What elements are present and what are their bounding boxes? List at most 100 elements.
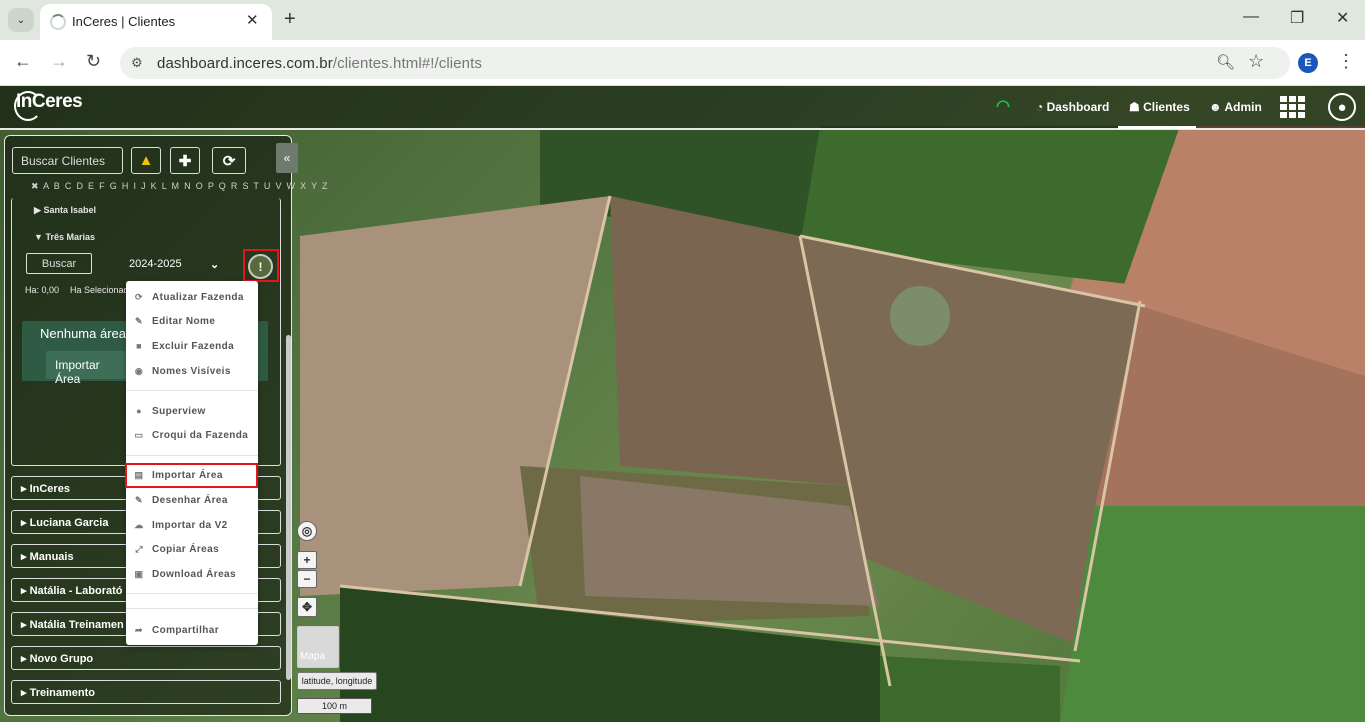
chevron-down-icon[interactable]: ⌄ bbox=[210, 258, 219, 271]
user-account-icon[interactable]: ● bbox=[1328, 93, 1356, 121]
menu-divider bbox=[126, 455, 258, 456]
map-scale: 100 m bbox=[297, 698, 372, 714]
pencil-icon: ✎ bbox=[135, 494, 143, 505]
menu-item-editar-nome[interactable]: ✎ Editar Nome bbox=[126, 310, 258, 332]
area-search-input[interactable] bbox=[26, 253, 92, 274]
warning-button[interactable]: ▲ bbox=[131, 147, 161, 174]
ha-total: Ha: 0,00 bbox=[25, 285, 60, 295]
menu-item-croqui-da-fazenda[interactable]: ▭ Croqui da Fazenda bbox=[126, 424, 258, 446]
menu-item-importar-da-v2[interactable]: ☁ Importar da V2 bbox=[126, 514, 258, 536]
client-label: Manuais bbox=[29, 551, 74, 563]
move-arrows-icon[interactable]: ✥ bbox=[297, 597, 317, 617]
back-arrow-icon[interactable]: ← bbox=[14, 51, 32, 72]
dashboard-gauge-icon: ◔ bbox=[1036, 100, 1047, 114]
map-layer-label: Mapa bbox=[300, 651, 326, 662]
menu-item-label: Copiar Áreas bbox=[152, 543, 220, 555]
ha-selected: Ha Selecionad bbox=[70, 285, 129, 295]
loading-spinner-icon bbox=[50, 14, 66, 30]
browser-menu-icon[interactable]: ⋮ bbox=[1337, 51, 1355, 72]
farm-label: Três Marias bbox=[45, 232, 95, 242]
client-item[interactable]: ▸ Novo Grupo bbox=[11, 646, 281, 670]
farm-label: Santa Isabel bbox=[43, 205, 96, 215]
bookmark-star-icon[interactable]: ☆ bbox=[1248, 51, 1264, 72]
alphabet-filter[interactable]: ✖ A B C D E F G H I J K L M N O P Q R S … bbox=[31, 181, 329, 192]
nav-admin[interactable]: ☻ Admin bbox=[1209, 100, 1262, 114]
cloud-icon: ☁ bbox=[134, 519, 144, 530]
url-text[interactable]: dashboard.inceres.com.br/clientes.html#!… bbox=[157, 55, 482, 72]
menu-item-label: Excluir Fazenda bbox=[152, 340, 235, 352]
caret-right-icon: ▶ bbox=[34, 205, 41, 215]
profile-avatar[interactable]: E bbox=[1298, 53, 1318, 73]
window-close-button[interactable]: ✕ bbox=[1336, 8, 1349, 28]
coordinates-display: latitude, longitude bbox=[297, 672, 377, 690]
farm-santa-isabel[interactable]: ▶ Santa Isabel bbox=[34, 205, 96, 216]
menu-item-excluir-fazenda[interactable]: ■ Excluir Fazenda bbox=[126, 335, 258, 357]
search-clients-input[interactable] bbox=[12, 147, 123, 174]
plus-icon: ✚ bbox=[178, 152, 192, 170]
warning-icon: ▲ bbox=[138, 152, 154, 169]
menu-item-desenhar-area[interactable]: ✎ Desenhar Área bbox=[126, 489, 258, 511]
reload-icon[interactable]: ↻ bbox=[86, 51, 101, 72]
tab-search-button[interactable]: ⌄ bbox=[8, 8, 34, 32]
menu-item-label: Croqui da Fazenda bbox=[152, 429, 249, 441]
apps-grid-icon[interactable] bbox=[1280, 96, 1305, 118]
pencil-icon: ✎ bbox=[135, 315, 143, 326]
client-label: Natália - Laborató bbox=[29, 585, 123, 597]
download-icon: ▣ bbox=[134, 568, 144, 579]
new-tab-button[interactable]: + bbox=[284, 8, 296, 31]
sidebar-scrollbar[interactable] bbox=[286, 335, 291, 680]
season-select[interactable]: 2024-2025 bbox=[129, 258, 182, 270]
sidebar-collapse-icon[interactable]: « bbox=[276, 143, 298, 173]
menu-item-nomes-visiveis[interactable]: ◉ Nomes Visíveis bbox=[126, 360, 258, 382]
map-icon: ▭ bbox=[134, 429, 144, 440]
restore-button[interactable]: ❐ bbox=[1290, 8, 1304, 28]
add-client-button[interactable]: ✚ bbox=[170, 147, 200, 174]
site-settings-icon[interactable]: ⚙ bbox=[131, 55, 143, 71]
menu-item-label: Atualizar Fazenda bbox=[152, 291, 244, 303]
url-omnibox[interactable]: ⚙ dashboard.inceres.com.br/clientes.html… bbox=[120, 47, 1290, 79]
share-icon: ➦ bbox=[135, 624, 143, 635]
client-label: Luciana Garcia bbox=[29, 517, 109, 529]
eye-icon: ◉ bbox=[134, 365, 144, 376]
menu-item-label: Nomes Visíveis bbox=[152, 365, 231, 377]
active-nav-indicator bbox=[1118, 126, 1196, 129]
app-logo[interactable]: InCeres bbox=[16, 91, 83, 113]
users-icon: ☗ bbox=[1129, 100, 1144, 114]
client-label: InCeres bbox=[29, 483, 70, 495]
nav-dashboard[interactable]: ◔ Dashboard bbox=[1036, 100, 1109, 114]
trash-icon: ■ bbox=[136, 341, 142, 351]
refresh-icon: ⟳ bbox=[135, 291, 143, 302]
client-label: Treinamento bbox=[29, 687, 95, 699]
zoom-icon[interactable]: 🔍︎ bbox=[1216, 53, 1235, 71]
menu-item-superview[interactable]: ● Superview bbox=[126, 400, 258, 422]
menu-item-label: Download Áreas bbox=[152, 568, 236, 580]
browser-tab[interactable]: InCeres | Clientes ✕ bbox=[40, 4, 272, 40]
url-host: dashboard.inceres.com.br bbox=[157, 55, 333, 72]
menu-item-label: Compartilhar bbox=[152, 624, 220, 636]
client-label: Novo Grupo bbox=[29, 653, 94, 665]
menu-item-label: Editar Nome bbox=[152, 315, 216, 327]
menu-item-copiar-areas[interactable]: ⤢ Copiar Áreas bbox=[126, 538, 258, 560]
menu-divider bbox=[126, 390, 258, 391]
caret-down-icon: ▼ bbox=[34, 232, 43, 242]
nav-dashboard-label: Dashboard bbox=[1046, 100, 1110, 114]
farm-tres-marias[interactable]: ▼ Três Marias bbox=[34, 232, 95, 242]
menu-item-download-areas[interactable]: ▣ Download Áreas bbox=[126, 563, 258, 585]
forward-arrow-icon[interactable]: → bbox=[50, 51, 68, 72]
zoom-in-button[interactable]: + bbox=[297, 551, 317, 569]
refresh-icon: ⟳ bbox=[222, 152, 236, 170]
menu-item-atualizar-fazenda[interactable]: ⟳ Atualizar Fazenda bbox=[126, 286, 258, 308]
import-area-button[interactable]: Importar Área bbox=[46, 351, 136, 386]
refresh-button[interactable]: ⟳ bbox=[212, 147, 246, 174]
menu-item-compartilhar[interactable]: ➦ Compartilhar bbox=[126, 619, 258, 641]
user-plus-icon: ☻ bbox=[1209, 100, 1225, 114]
zoom-out-button[interactable]: − bbox=[297, 570, 317, 588]
tab-close-icon[interactable]: ✕ bbox=[246, 11, 259, 29]
menu-item-label: Superview bbox=[152, 405, 206, 417]
wifi-icon: ◠ bbox=[996, 98, 1010, 115]
minimize-button[interactable]: — bbox=[1243, 8, 1259, 26]
client-item[interactable]: ▸ Treinamento bbox=[11, 680, 281, 704]
client-label: Natália Treinamen bbox=[29, 619, 124, 631]
nav-clientes[interactable]: ☗ Clientes bbox=[1129, 100, 1190, 114]
location-target-icon[interactable]: ◎ bbox=[297, 521, 317, 541]
